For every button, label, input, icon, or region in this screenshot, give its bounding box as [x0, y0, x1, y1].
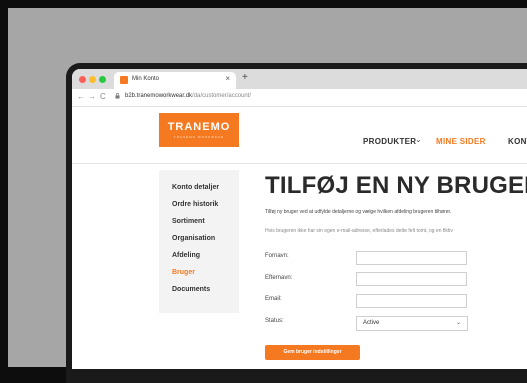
logo-name: TRANEMO	[167, 121, 231, 133]
fornavn-label: Fornavn:	[265, 253, 289, 259]
new-tab-icon[interactable]: +	[242, 73, 248, 83]
status-label: Status:	[265, 318, 284, 324]
efternavn-input[interactable]	[356, 272, 467, 286]
status-select[interactable]: Active ⌄	[356, 316, 468, 331]
url-path: /da/customer/account/	[192, 93, 252, 99]
tab-title: Min Konto	[132, 76, 160, 82]
back-arrow-icon[interactable]: ←	[77, 92, 85, 102]
sidebar-item-ordre-historik[interactable]: Ordre historik	[172, 201, 218, 208]
save-user-button[interactable]: Gem bruger indstillinger	[265, 345, 360, 360]
address-bar: ← → C b2b.tranemoworkwear.dk/da/customer…	[72, 89, 527, 107]
sidebar-item-sortiment[interactable]: Sortiment	[172, 218, 205, 225]
lock-icon	[115, 93, 120, 101]
page-title: TILFØJ EN NY BRUGER	[265, 172, 527, 199]
nav-kontakt[interactable]: KONT	[508, 137, 527, 146]
email-note: Hvis brugeren ikke har sin egen e-mail-a…	[265, 228, 453, 234]
window-maximize-dot[interactable]	[99, 76, 106, 83]
email-label: Email:	[265, 296, 282, 302]
forward-arrow-icon[interactable]: →	[88, 92, 96, 102]
logo-tagline: TRANEMO WORKWEAR	[173, 135, 225, 139]
tab-close-icon[interactable]: ×	[225, 74, 230, 83]
sidebar-item-documents[interactable]: Documents	[172, 286, 210, 293]
page-description: Tilføj ny bruger ved at udfylde detaljer…	[265, 209, 452, 215]
site-header: TRANEMO TRANEMO WORKWEAR PRODUKTER ⌄ MIN…	[72, 107, 527, 164]
url-text[interactable]: b2b.tranemoworkwear.dk/da/customer/accou…	[125, 93, 251, 99]
email-input[interactable]	[356, 294, 467, 308]
browser-window: Min Konto × + ← → C b2b.tranemoworkwear.…	[72, 69, 527, 369]
tranemo-logo[interactable]: TRANEMO TRANEMO WORKWEAR	[159, 113, 239, 147]
browser-tab-strip: Min Konto × +	[72, 69, 527, 89]
chevron-down-icon[interactable]: ⌄	[415, 135, 422, 144]
window-close-dot[interactable]	[79, 76, 86, 83]
nav-mine-sider[interactable]: MINE SIDER	[436, 137, 486, 146]
nav-produkter[interactable]: PRODUKTER	[363, 137, 416, 146]
sidebar-item-organisation[interactable]: Organisation	[172, 235, 215, 242]
reload-icon[interactable]: C	[100, 92, 106, 102]
url-host: b2b.tranemoworkwear.dk	[125, 93, 193, 99]
favicon-icon	[120, 76, 128, 84]
chevron-down-icon: ⌄	[455, 320, 461, 326]
sidebar-item-bruger[interactable]: Bruger	[172, 269, 195, 276]
browser-tab[interactable]: Min Konto ×	[114, 72, 236, 89]
status-value: Active	[363, 320, 380, 326]
sidebar-item-afdeling[interactable]: Afdeling	[172, 252, 200, 259]
account-sidebar: Konto detaljer Ordre historik Sortiment …	[159, 170, 239, 313]
sidebar-item-konto-detaljer[interactable]: Konto detaljer	[172, 184, 219, 191]
efternavn-label: Efternavn:	[265, 275, 293, 281]
window-minimize-dot[interactable]	[89, 76, 96, 83]
fornavn-input[interactable]	[356, 251, 467, 265]
